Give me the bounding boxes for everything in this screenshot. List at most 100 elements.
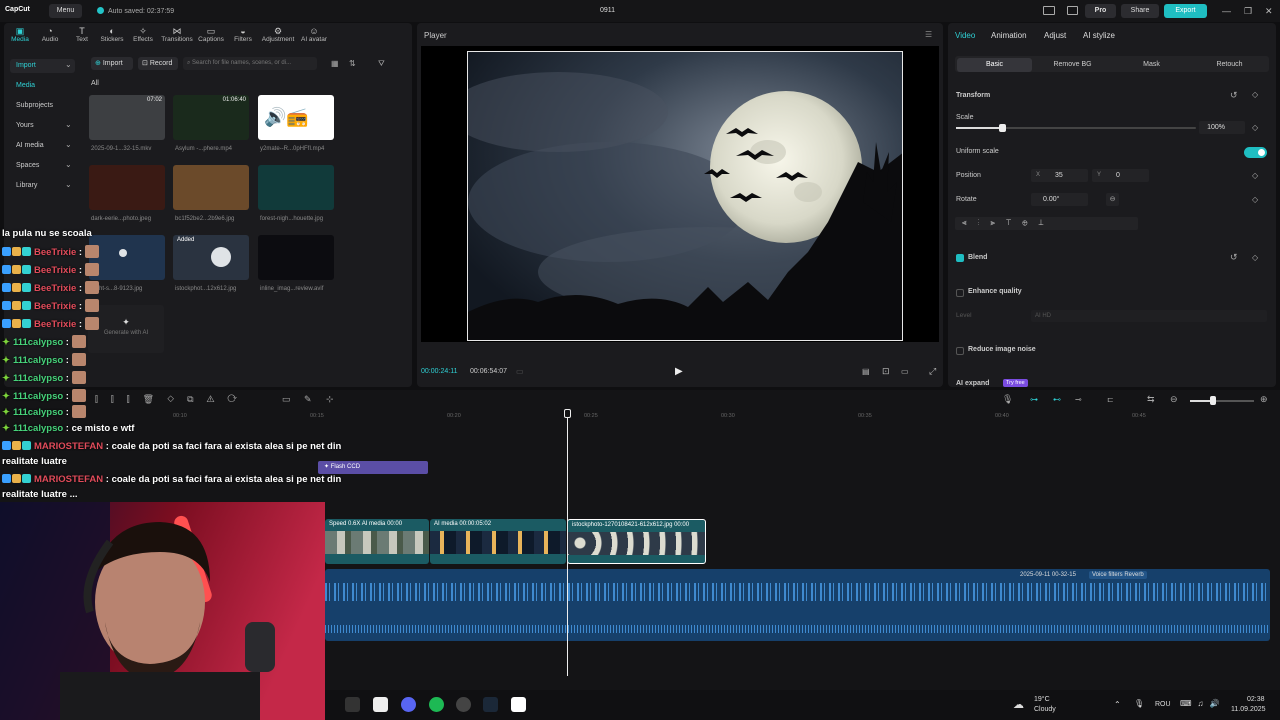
media-item[interactable]: 🔊📻 — [258, 95, 334, 140]
clock-date[interactable]: 11.09.2025 — [1231, 706, 1266, 713]
media-item[interactable]: Added — [173, 235, 249, 280]
video-clip-3-selected[interactable]: istockphoto-1270108421-612x612.jpg 00:00 — [567, 519, 706, 564]
mic-icon[interactable]: 🎙 — [1002, 394, 1013, 405]
chat-username[interactable]: BeeTrixie — [34, 283, 76, 294]
media-item[interactable] — [173, 165, 249, 210]
rotate-flip-icon[interactable]: ⊖ — [1106, 193, 1119, 206]
uniform-scale-toggle[interactable] — [1244, 147, 1267, 158]
weather-desc[interactable]: Cloudy — [1034, 706, 1056, 713]
record-button[interactable]: ⊡ Record — [138, 57, 178, 70]
inspector-tab-animation[interactable]: Animation — [991, 31, 1027, 40]
close-icon[interactable]: ✕ — [1265, 6, 1273, 17]
tool-stickers[interactable]: ◐ Stickers — [95, 26, 129, 43]
media-item[interactable] — [258, 165, 334, 210]
position-y-input[interactable]: Y 0 — [1092, 169, 1149, 182]
playhead[interactable] — [567, 410, 568, 676]
zoom-out-icon[interactable]: ⊖ — [1170, 394, 1178, 405]
export-button[interactable]: Export — [1164, 4, 1207, 18]
level-select[interactable]: AI HD — [1031, 310, 1267, 322]
fullscreen-icon[interactable]: ⤢ — [929, 366, 936, 377]
filter-icon[interactable]: ⛛ — [378, 59, 385, 69]
tool-transitions[interactable]: ⋈ Transitions — [160, 26, 194, 43]
chat-username[interactable]: BeeTrixie — [34, 319, 76, 330]
scale-slider-handle[interactable] — [998, 124, 1006, 132]
import-button[interactable]: ⊕ Import — [91, 57, 133, 70]
filter-all-label[interactable]: All — [91, 80, 99, 87]
app-icon-2[interactable] — [373, 697, 388, 712]
inspector-tab-ai-stylize[interactable]: AI stylize — [1083, 31, 1115, 40]
snap-icon[interactable]: ⊶ — [1030, 395, 1038, 404]
fit-icon[interactable]: ⇆ — [1147, 394, 1155, 405]
grid-view-icon[interactable]: ▦ — [331, 59, 339, 68]
media-search-input[interactable]: ⌕ Search for file names, scenes, or di..… — [183, 57, 317, 70]
player-menu-icon[interactable]: ☰ — [925, 30, 932, 39]
chat-username[interactable]: MARIOSTEFAN — [34, 474, 103, 485]
scale-slider-track[interactable] — [956, 127, 1196, 129]
scale-keyframe-icon[interactable]: ◇ — [1252, 123, 1258, 132]
audio-clip[interactable]: 2025-09-11 00-32-15 Voice filters Reverb — [325, 569, 1270, 641]
blend-label[interactable]: Blend — [968, 254, 987, 261]
zoom-slider[interactable] — [1190, 400, 1254, 402]
inspector-subtab-remove-bg[interactable]: Remove BG — [1035, 58, 1110, 72]
inspector-tab-adjust[interactable]: Adjust — [1044, 31, 1066, 40]
sort-icon[interactable]: ⇅ — [349, 59, 356, 68]
tray-chevron-icon[interactable]: ⌃ — [1114, 700, 1121, 709]
language-indicator[interactable]: ROU — [1155, 701, 1171, 708]
enhance-checkbox[interactable] — [956, 289, 964, 297]
chat-username[interactable]: BeeTrixie — [34, 247, 76, 258]
weather-temp[interactable]: 19°C — [1034, 696, 1050, 703]
auto-reframe-icon[interactable]: ⊹ — [326, 394, 334, 405]
playhead-handle[interactable] — [564, 409, 571, 418]
scale-value-input[interactable]: 100% — [1199, 121, 1245, 134]
chat-username[interactable]: 111calypso — [13, 337, 63, 348]
chat-username[interactable]: 111calypso — [13, 407, 63, 418]
steam-icon[interactable] — [483, 697, 498, 712]
blend-keyframe-icon[interactable]: ◇ — [1252, 253, 1258, 262]
rotate-keyframe-icon[interactable]: ◇ — [1252, 195, 1258, 204]
tray-icons[interactable]: ⌨♫🔊 — [1180, 699, 1226, 708]
layout-icon[interactable] — [1043, 6, 1055, 15]
tool-filters[interactable]: ◒ Filters — [226, 26, 260, 43]
tool-text[interactable]: T Text — [65, 26, 99, 43]
zoom-handle[interactable] — [1210, 396, 1216, 405]
shortcuts-icon[interactable] — [1067, 6, 1078, 15]
discord-icon[interactable] — [401, 697, 416, 712]
timecode-format-icon[interactable]: ▭ — [516, 367, 524, 376]
noise-checkbox[interactable] — [956, 347, 964, 355]
transform-label[interactable]: Transform — [956, 92, 990, 99]
restore-icon[interactable]: ❐ — [1244, 6, 1252, 17]
chat-username[interactable]: 111calypso — [13, 355, 63, 366]
freeze-icon[interactable]: ▭ — [282, 394, 291, 405]
enhance-label[interactable]: Enhance quality — [968, 288, 1022, 295]
tool-adjustment[interactable]: ⚙ Adjustment — [261, 26, 295, 43]
video-clip-2[interactable]: AI media 00:00:05:02 — [430, 519, 566, 564]
keyframe-icon[interactable]: ◇ — [1252, 90, 1258, 99]
media-item[interactable] — [89, 165, 165, 210]
chat-username[interactable]: BeeTrixie — [34, 265, 76, 276]
blend-checkbox[interactable] — [956, 254, 964, 262]
spotify-icon[interactable] — [429, 697, 444, 712]
noise-label[interactable]: Reduce image noise — [968, 346, 1036, 353]
media-item[interactable]: 01:06:40 — [173, 95, 249, 140]
reset-icon[interactable]: ↺ — [1230, 90, 1238, 101]
video-frame[interactable] — [467, 51, 903, 341]
inspector-subtab-basic[interactable]: Basic — [957, 58, 1032, 72]
obs-icon[interactable] — [456, 697, 471, 712]
capcut-taskbar-icon[interactable] — [511, 697, 526, 712]
generate-ai-card[interactable]: ✦ Generate with AI — [88, 305, 164, 353]
chat-username[interactable]: MARIOSTEFAN — [34, 441, 103, 452]
rotate-input[interactable]: 0.00° — [1031, 193, 1088, 206]
ai-edit-icon[interactable]: ✎ — [304, 394, 312, 405]
menu-button[interactable]: Menu — [49, 4, 82, 18]
media-item[interactable]: 07:02 — [89, 95, 165, 140]
left-nav-media[interactable]: Media — [10, 79, 75, 93]
effect-clip[interactable]: ✦ Flash CCD — [318, 461, 428, 474]
clock-time[interactable]: 02:38 — [1247, 696, 1265, 703]
inspector-tab-video[interactable]: Video — [955, 31, 975, 40]
tool-media[interactable]: ▣ Media — [3, 26, 37, 43]
position-keyframe-icon[interactable]: ◇ — [1252, 171, 1258, 180]
video-clip-1[interactable]: Speed 0.6X AI media 00:00 — [325, 519, 429, 564]
media-item[interactable] — [89, 235, 165, 280]
pro-button[interactable]: Pro — [1085, 4, 1116, 18]
inspector-subtab-retouch[interactable]: Retouch — [1192, 58, 1267, 72]
